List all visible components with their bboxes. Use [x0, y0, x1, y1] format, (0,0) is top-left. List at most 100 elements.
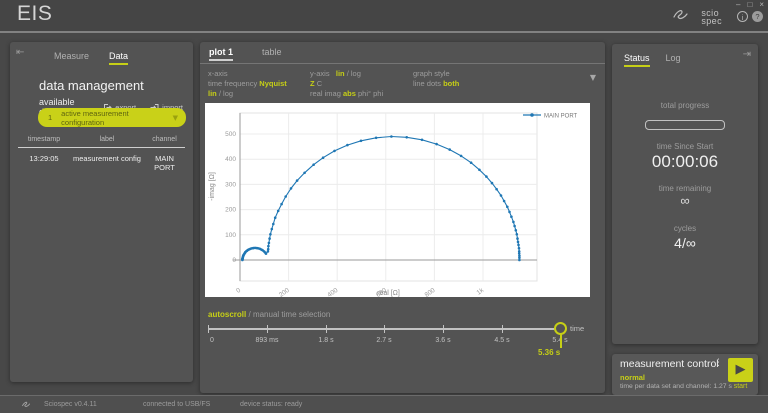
datasets-table-header: timestamp label channel	[18, 136, 185, 148]
y-scale-log[interactable]: log	[351, 69, 361, 78]
svg-text:MAIN PORT: MAIN PORT	[544, 114, 578, 120]
slider-tick-label: 4.5 s	[480, 337, 524, 344]
top-bar: EIS scio spec – □ × i ?	[0, 0, 768, 33]
app-title: EIS	[17, 2, 52, 26]
cell-timestamp: 13:29:05	[18, 154, 70, 172]
left-panel-tabs: Measure Data	[54, 51, 128, 65]
style-dots[interactable]: dots	[427, 79, 441, 88]
measurement-info: time per data set and channel: 1.27 s	[620, 383, 732, 390]
mode-separator: /	[248, 310, 250, 319]
tab-log[interactable]: Log	[666, 53, 681, 67]
measurement-mode[interactable]: normal	[620, 373, 645, 382]
cycles-value: 4/∞	[612, 235, 758, 251]
slider-tick-label: 3.6 s	[421, 337, 465, 344]
svg-text:1k: 1k	[476, 286, 486, 296]
connection-status: connected to USB/FS	[143, 401, 210, 408]
y-scale-lin[interactable]: lin	[336, 69, 345, 78]
plot-panel: plot 1 table x-axis time frequency Nyqui…	[200, 42, 605, 393]
slider-tick	[267, 325, 268, 333]
tab-plot-1[interactable]: plot 1	[209, 47, 233, 61]
current-time-value: 5.36 s	[538, 348, 560, 357]
time-mode-toggle[interactable]: autoscroll / manual time selection	[208, 310, 330, 319]
style-line[interactable]: line	[413, 79, 425, 88]
graph-style-controls: graph style line dots both	[413, 69, 459, 89]
device-status: device status: ready	[240, 401, 302, 408]
nyquist-chart-svg: 010020030040050002004006008001kreal [Ω]-…	[205, 103, 590, 297]
slider-tick-label: 1.8 s	[304, 337, 348, 344]
x-axis-option-nyquist[interactable]: Nyquist	[259, 79, 287, 88]
svg-text:-imag [Ω]: -imag [Ω]	[209, 172, 216, 201]
sciospec-logo-small-icon	[22, 399, 36, 411]
total-progress-label: total progress	[612, 101, 758, 110]
tab-measure[interactable]: Measure	[54, 51, 89, 65]
style-both[interactable]: both	[443, 79, 459, 88]
time-since-start-label: time Since Start	[612, 142, 758, 151]
y-comp-abs[interactable]: abs	[343, 89, 356, 98]
scale-separator: /	[347, 69, 349, 78]
cell-label: measurement config	[70, 154, 144, 172]
collapse-right-panel-icon[interactable]	[743, 49, 751, 60]
col-channel: channel	[144, 136, 185, 143]
svg-text:300: 300	[225, 181, 236, 188]
time-remaining-label: time remaining	[612, 184, 758, 193]
x-axis-option-frequency[interactable]: frequency	[224, 79, 257, 88]
tab-table[interactable]: table	[262, 47, 282, 59]
info-icon[interactable]: i	[737, 11, 748, 22]
help-icons: i ?	[737, 11, 763, 22]
svg-text:100: 100	[225, 232, 236, 239]
svg-text:real [Ω]: real [Ω]	[377, 290, 400, 297]
svg-text:500: 500	[225, 131, 236, 138]
maximize-button[interactable]: □	[747, 0, 752, 9]
y-comp-imag[interactable]: imag	[325, 89, 341, 98]
status-panel: Status Log total progress time Since Sta…	[612, 44, 758, 344]
time-slider: 0 893 ms 1.8 s 2.7 s 3.6 s 4.5 s 5.4 s t…	[208, 323, 561, 357]
total-progress-bar	[645, 120, 725, 130]
y-comp-phi[interactable]: phi	[373, 89, 383, 98]
y-quantity-c[interactable]: C	[317, 79, 322, 88]
plot-options-collapse-icon[interactable]	[590, 73, 596, 82]
time-remaining-value: ∞	[612, 193, 758, 208]
collapse-left-panel-icon[interactable]	[16, 47, 24, 58]
slider-tick	[326, 325, 327, 333]
table-row[interactable]: 13:29:05 measurement config MAIN PORT	[18, 148, 185, 172]
sciospec-brand: scio spec	[673, 7, 722, 26]
y-quantity-z[interactable]: Z	[310, 79, 315, 88]
x-axis-option-time[interactable]: time	[208, 79, 222, 88]
help-icon[interactable]: ?	[752, 11, 763, 22]
brand-bottom: spec	[701, 16, 722, 26]
manual-time-option[interactable]: manual time selection	[253, 310, 330, 319]
window-controls: – □ ×	[736, 0, 764, 9]
start-button[interactable]	[728, 358, 753, 382]
plot-panel-tabs: plot 1 table	[200, 42, 605, 64]
app-version: Sciospec v0.4.11	[44, 401, 97, 408]
cycles-label: cycles	[612, 224, 758, 233]
svg-text:200: 200	[225, 207, 236, 214]
sciospec-logo-icon	[673, 7, 699, 26]
y-comp-phideg[interactable]: phi°	[358, 89, 371, 98]
measurement-control-title: measurement control	[620, 358, 719, 370]
eis-app-window: EIS scio spec – □ × i ? Measure Dat	[0, 0, 768, 413]
minimize-button[interactable]: –	[736, 0, 740, 9]
col-label: label	[70, 136, 144, 143]
x-axis-controls: x-axis time frequency Nyquist lin / log	[208, 69, 287, 99]
tab-data[interactable]: Data	[109, 51, 128, 65]
slider-tick-label: 893 ms	[245, 337, 289, 344]
kebab-menu-icon[interactable]	[714, 358, 723, 368]
graph-style-label: graph style	[413, 69, 459, 79]
start-button-label: start	[728, 383, 753, 390]
x-scale-lin[interactable]: lin	[208, 89, 217, 98]
x-scale-log[interactable]: log	[223, 89, 233, 98]
status-bar: Sciospec v0.4.11 connected to USB/FS dev…	[0, 395, 768, 413]
time-slider-handle[interactable]	[554, 322, 567, 335]
time-handle-label: time	[570, 324, 584, 333]
tab-status[interactable]: Status	[624, 53, 650, 67]
y-comp-real[interactable]: real	[310, 89, 323, 98]
close-button[interactable]: ×	[759, 0, 764, 9]
svg-text:400: 400	[326, 287, 339, 297]
slider-tick-label: 2.7 s	[362, 337, 406, 344]
active-config-dropdown[interactable]: 1 active measurement configuration	[38, 108, 186, 127]
nyquist-chart[interactable]: 010020030040050002004006008001kreal [Ω]-…	[205, 103, 590, 297]
slider-tick	[443, 325, 444, 333]
autoscroll-option[interactable]: autoscroll	[208, 310, 246, 319]
active-config-label: active measurement configuration	[61, 109, 172, 127]
